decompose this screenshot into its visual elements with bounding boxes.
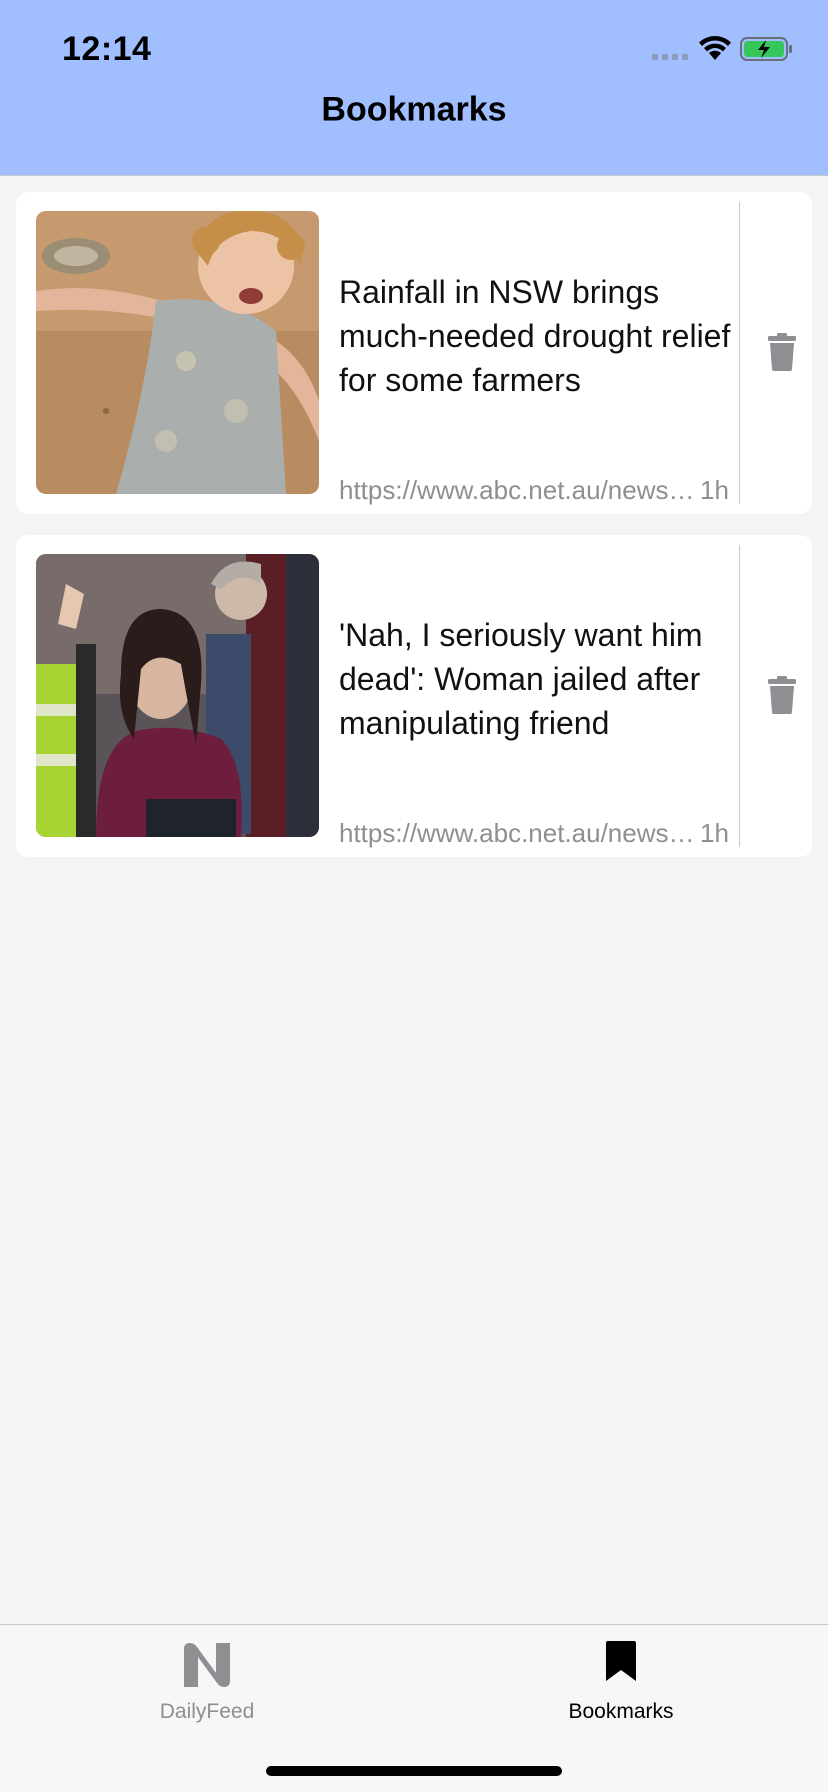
trash-icon[interactable] bbox=[762, 330, 802, 374]
bookmark-card[interactable]: Rainfall in NSW brings much-needed droug… bbox=[16, 192, 812, 514]
tab-bookmarks[interactable]: Bookmarks bbox=[501, 1625, 741, 1735]
wifi-icon bbox=[698, 36, 732, 67]
article-title[interactable]: 'Nah, I seriously want him dead': Woman … bbox=[339, 613, 749, 745]
bookmark-card[interactable]: 'Nah, I seriously want him dead': Woman … bbox=[16, 535, 812, 857]
tab-label: Bookmarks bbox=[568, 1700, 674, 1723]
n-logo-icon bbox=[182, 1641, 232, 1694]
bookmark-icon bbox=[606, 1641, 636, 1686]
page-title: Bookmarks bbox=[321, 90, 507, 129]
tab-label: DailyFeed bbox=[159, 1700, 255, 1723]
article-url: https://www.abc.net.au/news/2020-02-10/w… bbox=[339, 818, 697, 848]
card-divider bbox=[739, 202, 740, 504]
navigation-header: 12:14 Bookmarks bbox=[0, 0, 828, 176]
trash-icon[interactable] bbox=[762, 673, 802, 717]
tab-dailyfeed[interactable]: DailyFeed bbox=[87, 1625, 327, 1735]
article-thumbnail[interactable] bbox=[36, 211, 319, 494]
home-indicator bbox=[266, 1766, 562, 1776]
battery-charging-icon bbox=[740, 36, 794, 67]
article-title[interactable]: Rainfall in NSW brings much-needed droug… bbox=[339, 270, 749, 402]
article-age: 1h bbox=[700, 475, 729, 505]
card-divider bbox=[739, 545, 740, 847]
article-age: 1h bbox=[700, 818, 729, 848]
article-url: https://www.abc.net.au/news/2020-02-10/r… bbox=[339, 475, 697, 505]
status-bar-time: 12:14 bbox=[62, 30, 152, 68]
article-thumbnail[interactable] bbox=[36, 554, 319, 837]
signal-icon bbox=[652, 54, 688, 60]
